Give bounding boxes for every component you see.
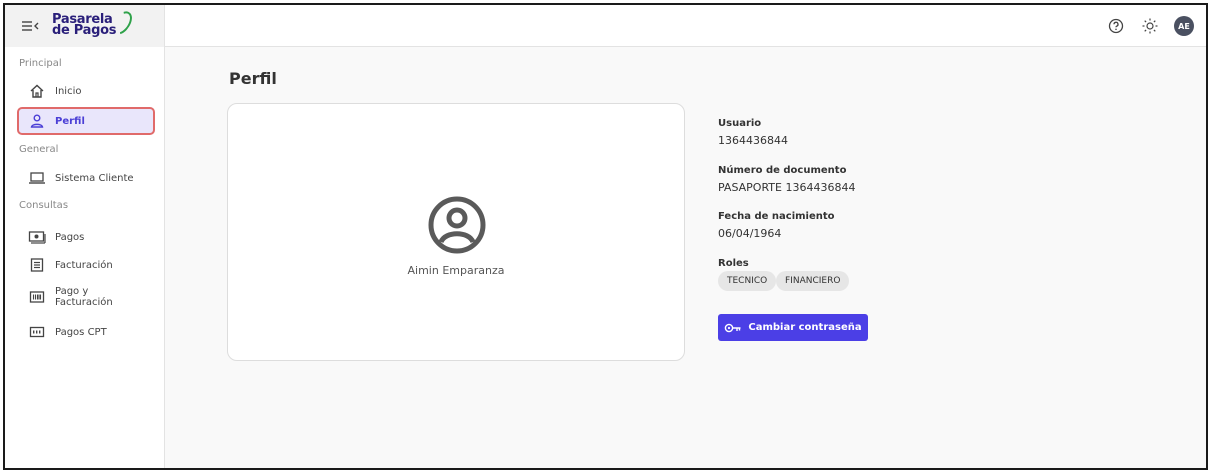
sidebar-item-label-line-1: Pago y xyxy=(55,286,89,297)
home-icon xyxy=(28,82,46,100)
change-password-label: Cambiar contraseña xyxy=(748,322,862,333)
sidebar-item-pagos-cpt[interactable]: Pagos CPT xyxy=(19,320,153,344)
usuario-value: 1364436844 xyxy=(718,134,788,147)
top-actions: AE xyxy=(1106,15,1194,37)
key-icon xyxy=(724,322,742,334)
sidebar-item-label: Inicio xyxy=(55,85,82,97)
number-pad-icon xyxy=(28,323,46,341)
help-icon[interactable] xyxy=(1106,16,1126,36)
top-bar: Pasarela de Pagos AE xyxy=(5,5,1206,47)
cash-icon xyxy=(28,228,46,246)
pasarela-logo[interactable]: Pasarela de Pagos xyxy=(52,7,137,43)
sidebar-item-label-line-2: Facturación xyxy=(55,297,113,308)
brand-area: Pasarela de Pagos xyxy=(5,5,165,47)
profile-card: Aimin Emparanza xyxy=(227,103,685,361)
laptop-icon xyxy=(28,169,46,187)
sidebar-item-label: Sistema Cliente xyxy=(55,172,134,184)
roles-label: Roles xyxy=(718,258,749,269)
section-title-principal: Principal xyxy=(19,58,62,69)
sidebar-item-sistema-cliente[interactable]: Sistema Cliente xyxy=(19,166,153,190)
receipt-icon xyxy=(28,256,46,274)
nacimiento-value: 06/04/1964 xyxy=(718,227,782,240)
sidebar-item-label: Pagos CPT xyxy=(55,326,107,338)
section-title-general: General xyxy=(19,144,59,155)
role-chip-financiero: FINANCIERO xyxy=(776,271,850,291)
documento-value: PASAPORTE 1364436844 xyxy=(718,181,856,194)
sidebar: Principal Inicio Perfil General Sistema … xyxy=(5,47,165,468)
barcode-icon xyxy=(28,288,46,306)
sidebar-item-pago-y-facturacion[interactable]: Pago y Facturación xyxy=(19,281,153,313)
sidebar-item-facturacion[interactable]: Facturación xyxy=(19,253,153,277)
sidebar-item-label: Pago y Facturación xyxy=(55,286,113,308)
menu-collapse-icon[interactable] xyxy=(21,18,41,34)
user-icon xyxy=(28,112,46,130)
usuario-label: Usuario xyxy=(718,118,762,129)
role-chip-tecnico: TECNICO xyxy=(718,271,777,291)
sidebar-item-label: Facturación xyxy=(55,259,113,271)
sidebar-item-perfil[interactable]: Perfil xyxy=(17,107,155,135)
section-title-consultas: Consultas xyxy=(19,200,69,211)
theme-toggle-sun-icon[interactable] xyxy=(1140,16,1160,36)
sidebar-item-label: Pagos xyxy=(55,231,85,243)
sidebar-item-label: Perfil xyxy=(55,115,85,127)
profile-name: Aimin Emparanza xyxy=(407,264,505,277)
sidebar-item-pagos[interactable]: Pagos xyxy=(19,225,153,249)
logo-line-2: de Pagos xyxy=(52,23,117,38)
profile-avatar-icon xyxy=(427,195,487,255)
page-title: Perfil xyxy=(229,69,277,88)
change-password-button[interactable]: Cambiar contraseña xyxy=(718,314,868,341)
documento-label: Número de documento xyxy=(718,165,847,176)
sidebar-item-inicio[interactable]: Inicio xyxy=(19,79,153,103)
nacimiento-label: Fecha de nacimiento xyxy=(718,211,835,222)
app-window: Pasarela de Pagos AE Principal Inicio Pe… xyxy=(3,3,1208,470)
user-avatar[interactable]: AE xyxy=(1174,16,1194,36)
